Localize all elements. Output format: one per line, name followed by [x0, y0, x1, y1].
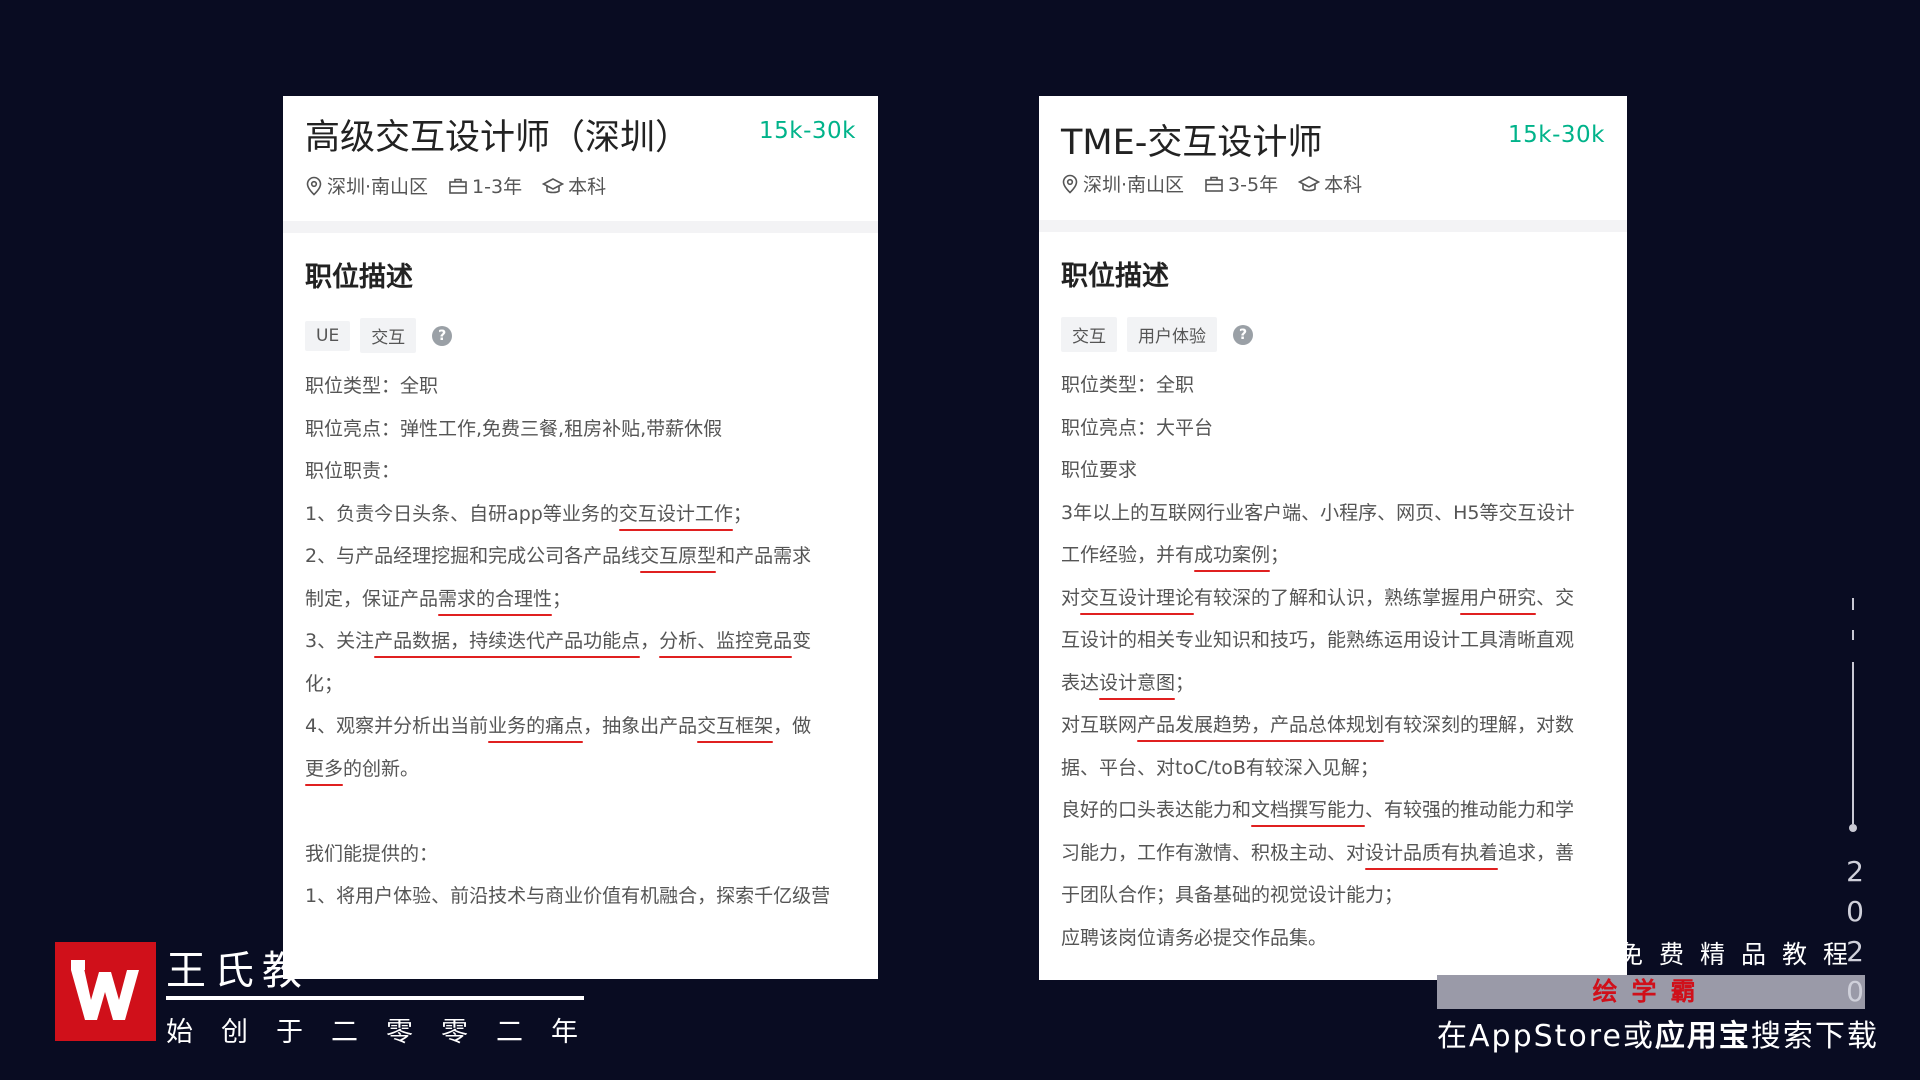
requirement-line: 对互联网产品发展趋势，产品总体规划有较深刻的理解，对数 [1061, 714, 1575, 736]
duty-line: 4、观察并分析出当前业务的痛点，抽象出产品交互框架，做 [305, 715, 812, 737]
requirement-line: 互设计的相关专业知识和技巧，能熟练运用设计工具清晰直观 [1061, 629, 1575, 651]
requirement-line: 对交互设计理论有较深的了解和认识，熟练掌握用户研究、交 [1061, 586, 1575, 609]
tag-list: UE 交互 ? [305, 318, 856, 353]
help-icon[interactable]: ? [432, 325, 453, 346]
scroll-dot-icon [1849, 824, 1857, 832]
offer-line: 1、将用户体验、前沿技术与商业价值有机融合，探索千亿级营 [305, 885, 831, 907]
promo-line-1: 免费精品教程 [1618, 940, 1865, 969]
graduation-cap-icon [542, 177, 565, 193]
tag-user-experience[interactable]: 用户体验 [1127, 317, 1217, 352]
duty-line: 1、负责今日头条、自研app等业务的交互设计工作； [305, 502, 752, 525]
promo-line-3: 在AppStore或应用宝搜索下载 [1437, 1019, 1879, 1054]
job-highlights: 职位亮点：大平台 [1061, 416, 1214, 439]
requirement-line: 良好的口头表达能力和文档撰写能力、有较强的推动能力和学 [1061, 799, 1575, 821]
requirement-line: 习能力，工作有激情、积极主动、对设计品质有执着追求，善 [1061, 841, 1575, 864]
requirements-label: 职位要求 [1061, 459, 1138, 481]
job-title: 高级交互设计师（深圳） [305, 118, 691, 158]
duty-line: 化； [305, 672, 344, 695]
help-icon[interactable]: ? [1233, 324, 1253, 345]
job-type: 职位类型：全职 [305, 375, 439, 397]
requirement-line: 于团队合作；具备基础的视觉设计能力； [1061, 884, 1404, 906]
brand-logo-icon [55, 942, 156, 1041]
briefcase-icon [1205, 176, 1223, 192]
job-card-right[interactable]: TME-交互设计师 15k-30k 深圳·南山区 3-5年 本科 职位描述 交互… [1039, 96, 1627, 980]
tag-interaction[interactable]: 交互 [360, 318, 417, 353]
graduation-cap-icon [1298, 175, 1321, 191]
requirement-line: 工作经验，并有成功案例； [1061, 544, 1290, 566]
salary-label: 15k-30k [1508, 122, 1605, 148]
meta-location: 深圳·南山区 [305, 172, 428, 199]
job-title: TME-交互设计师 [1061, 123, 1323, 163]
brand-name: 王氏教 [166, 948, 310, 994]
requirement-line: 表达设计意图； [1061, 671, 1195, 694]
duty-line: 2、与产品经理挖掘和完成公司各产品线交互原型和产品需求 [305, 545, 812, 567]
meta-education: 本科 [542, 172, 606, 199]
promo-app-name: 绘学霸 [1437, 975, 1865, 1009]
meta-experience: 3-5年 [1204, 170, 1278, 197]
requirement-line: 据、平台、对toC/toB有较深入见解； [1061, 756, 1379, 779]
duty-line: 3、关注产品数据，持续迭代产品功能点，分析、监控竞品变 [305, 630, 812, 652]
location-pin-icon [1062, 174, 1078, 194]
tag-interaction[interactable]: 交互 [1061, 317, 1117, 352]
section-divider [1039, 220, 1627, 232]
meta-location: 深圳·南山区 [1061, 170, 1184, 197]
location-pin-icon [306, 176, 322, 196]
job-type: 职位类型：全职 [1061, 374, 1195, 396]
salary-label: 15k-30k [759, 118, 856, 144]
meta-experience: 1-3年 [448, 172, 522, 199]
job-card-left[interactable]: 高级交互设计师（深圳） 15k-30k 深圳·南山区 1-3年 本科 职位描述 … [283, 96, 878, 979]
brand-underline [166, 996, 584, 1000]
requirement-line: 应聘该岗位请务必提交作品集。 [1061, 926, 1328, 949]
year-digits: 2 0 2 0 [1846, 855, 1864, 1008]
requirement-line: 3年以上的互联网行业客户端、小程序、网页、H5等交互设计 [1061, 501, 1575, 524]
section-divider [283, 221, 878, 233]
offer-label: 我们能提供的： [305, 842, 439, 865]
tag-ue[interactable]: UE [305, 320, 351, 351]
job-highlights: 职位亮点：弹性工作,免费三餐,租房补贴,带薪休假 [305, 417, 723, 440]
brand-slogan: 始创于二零零二年 [166, 1017, 606, 1048]
briefcase-icon [449, 178, 467, 194]
duties-label: 职位职责： [305, 460, 401, 482]
section-title: 职位描述 [305, 262, 413, 293]
job-meta: 深圳·南山区 1-3年 本科 [305, 172, 856, 199]
scroll-indicator [1849, 598, 1857, 832]
tag-list: 交互 用户体验 ? [1061, 317, 1605, 352]
meta-education: 本科 [1298, 170, 1362, 197]
section-title: 职位描述 [1061, 261, 1169, 292]
duty-line: 更多的创新。 [305, 757, 420, 780]
duty-line: 制定，保证产品需求的合理性； [305, 587, 572, 610]
job-meta: 深圳·南山区 3-5年 本科 [1061, 170, 1605, 197]
